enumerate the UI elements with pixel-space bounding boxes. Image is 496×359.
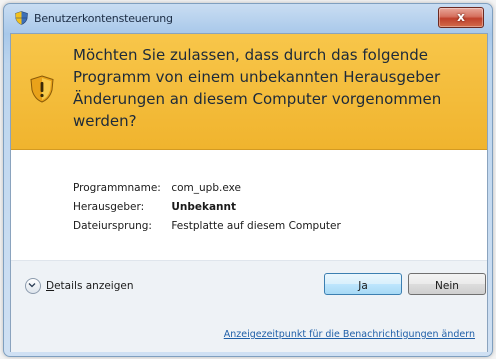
file-origin-label: Dateiursprung:	[73, 220, 152, 232]
warning-banner: Möchten Sie zulassen, dass durch das fol…	[11, 34, 487, 150]
dialog-footer: Details anzeigen Ja Nein Anzeigezeitpunk…	[11, 260, 487, 352]
detail-row-program-name: Programmname: com_upb.exe	[73, 182, 341, 201]
prompt-headline: Möchten Sie zulassen, dass durch das fol…	[73, 46, 442, 130]
close-button[interactable]: x	[438, 7, 484, 28]
publisher-label: Herausgeber:	[73, 201, 145, 213]
show-details-toggle[interactable]: Details anzeigen	[25, 278, 134, 294]
chevron-down-icon	[25, 278, 41, 294]
warning-shield-icon	[30, 75, 54, 103]
file-origin-value: Festplatte auf diesem Computer	[171, 220, 341, 232]
yes-button[interactable]: Ja	[324, 273, 402, 295]
detail-row-publisher: Herausgeber: Unbekannt	[73, 201, 341, 220]
uac-shield-icon	[15, 11, 28, 25]
program-details: Programmname: com_upb.exe Herausgeber: U…	[73, 182, 341, 239]
no-button[interactable]: Nein	[408, 273, 486, 295]
dialog-content: Möchten Sie zulassen, dass durch das fol…	[10, 33, 488, 352]
show-details-label-rest: etails anzeigen	[54, 280, 134, 292]
program-name-label: Programmname:	[73, 182, 161, 194]
publisher-value: Unbekannt	[171, 201, 237, 213]
show-details-label: Details anzeigen	[46, 280, 134, 292]
uac-dialog-window: Benutzerkontensteuerung x Möchten Sie zu…	[3, 3, 493, 357]
program-name-value: com_upb.exe	[171, 182, 241, 194]
title-bar[interactable]: Benutzerkontensteuerung x	[4, 4, 492, 32]
window-title: Benutzerkontensteuerung	[34, 12, 173, 25]
detail-row-file-origin: Dateiursprung: Festplatte auf diesem Com…	[73, 220, 341, 239]
show-details-hotkey: D	[46, 280, 55, 292]
notification-settings-link[interactable]: Anzeigezeitpunkt für die Benachrichtigun…	[224, 329, 475, 340]
close-icon: x	[457, 10, 465, 24]
